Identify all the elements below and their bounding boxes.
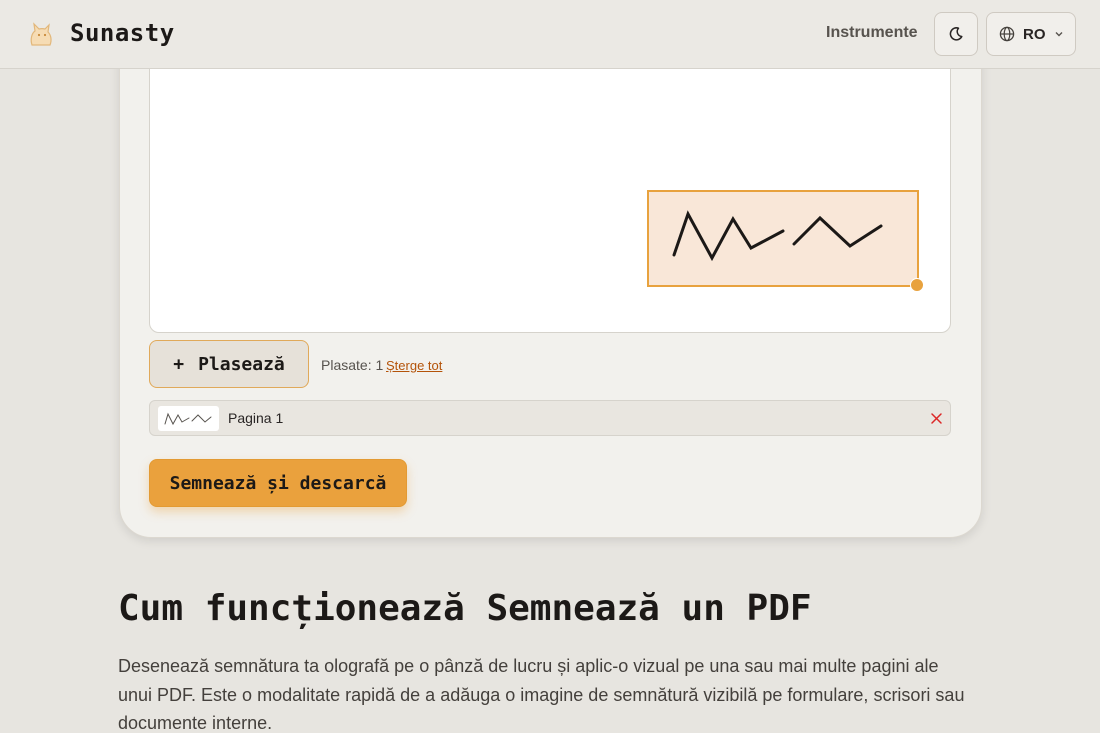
place-button-label: Plasează (198, 353, 285, 375)
clear-all-link[interactable]: Șterge tot (386, 358, 442, 373)
pdf-page-canvas[interactable] (149, 40, 951, 333)
signature-drawing (672, 210, 883, 262)
placed-signature[interactable] (647, 190, 919, 287)
globe-icon (999, 26, 1015, 42)
signature-thumbnail (158, 406, 219, 431)
theme-toggle-button[interactable] (934, 12, 978, 56)
cat-logo-icon[interactable] (26, 19, 56, 49)
sign-and-download-button[interactable]: Semnează și descarcă (149, 459, 407, 507)
moon-icon (949, 27, 963, 41)
top-navbar: Sunasty Instrumente RO (0, 0, 1100, 69)
section-description: Desenează semnătura ta olografă pe o pân… (118, 656, 965, 733)
plus-icon: + (173, 353, 185, 375)
section-heading: Cum funcționează Semnează un PDF (118, 588, 812, 629)
close-icon[interactable] (930, 412, 943, 425)
nav-link-tools[interactable]: Instrumente (826, 24, 918, 42)
placed-count: Plasate: 1 (321, 357, 384, 373)
language-label: RO (1023, 25, 1046, 43)
place-signature-button[interactable]: + Plasează (149, 340, 309, 388)
chevron-down-icon (1055, 32, 1062, 37)
placement-list-item: Pagina 1 (149, 400, 951, 436)
brand-name[interactable]: Sunasty (70, 19, 175, 47)
page-label: Pagina 1 (228, 410, 284, 426)
resize-handle[interactable] (910, 278, 924, 292)
language-select[interactable]: RO (986, 12, 1076, 56)
